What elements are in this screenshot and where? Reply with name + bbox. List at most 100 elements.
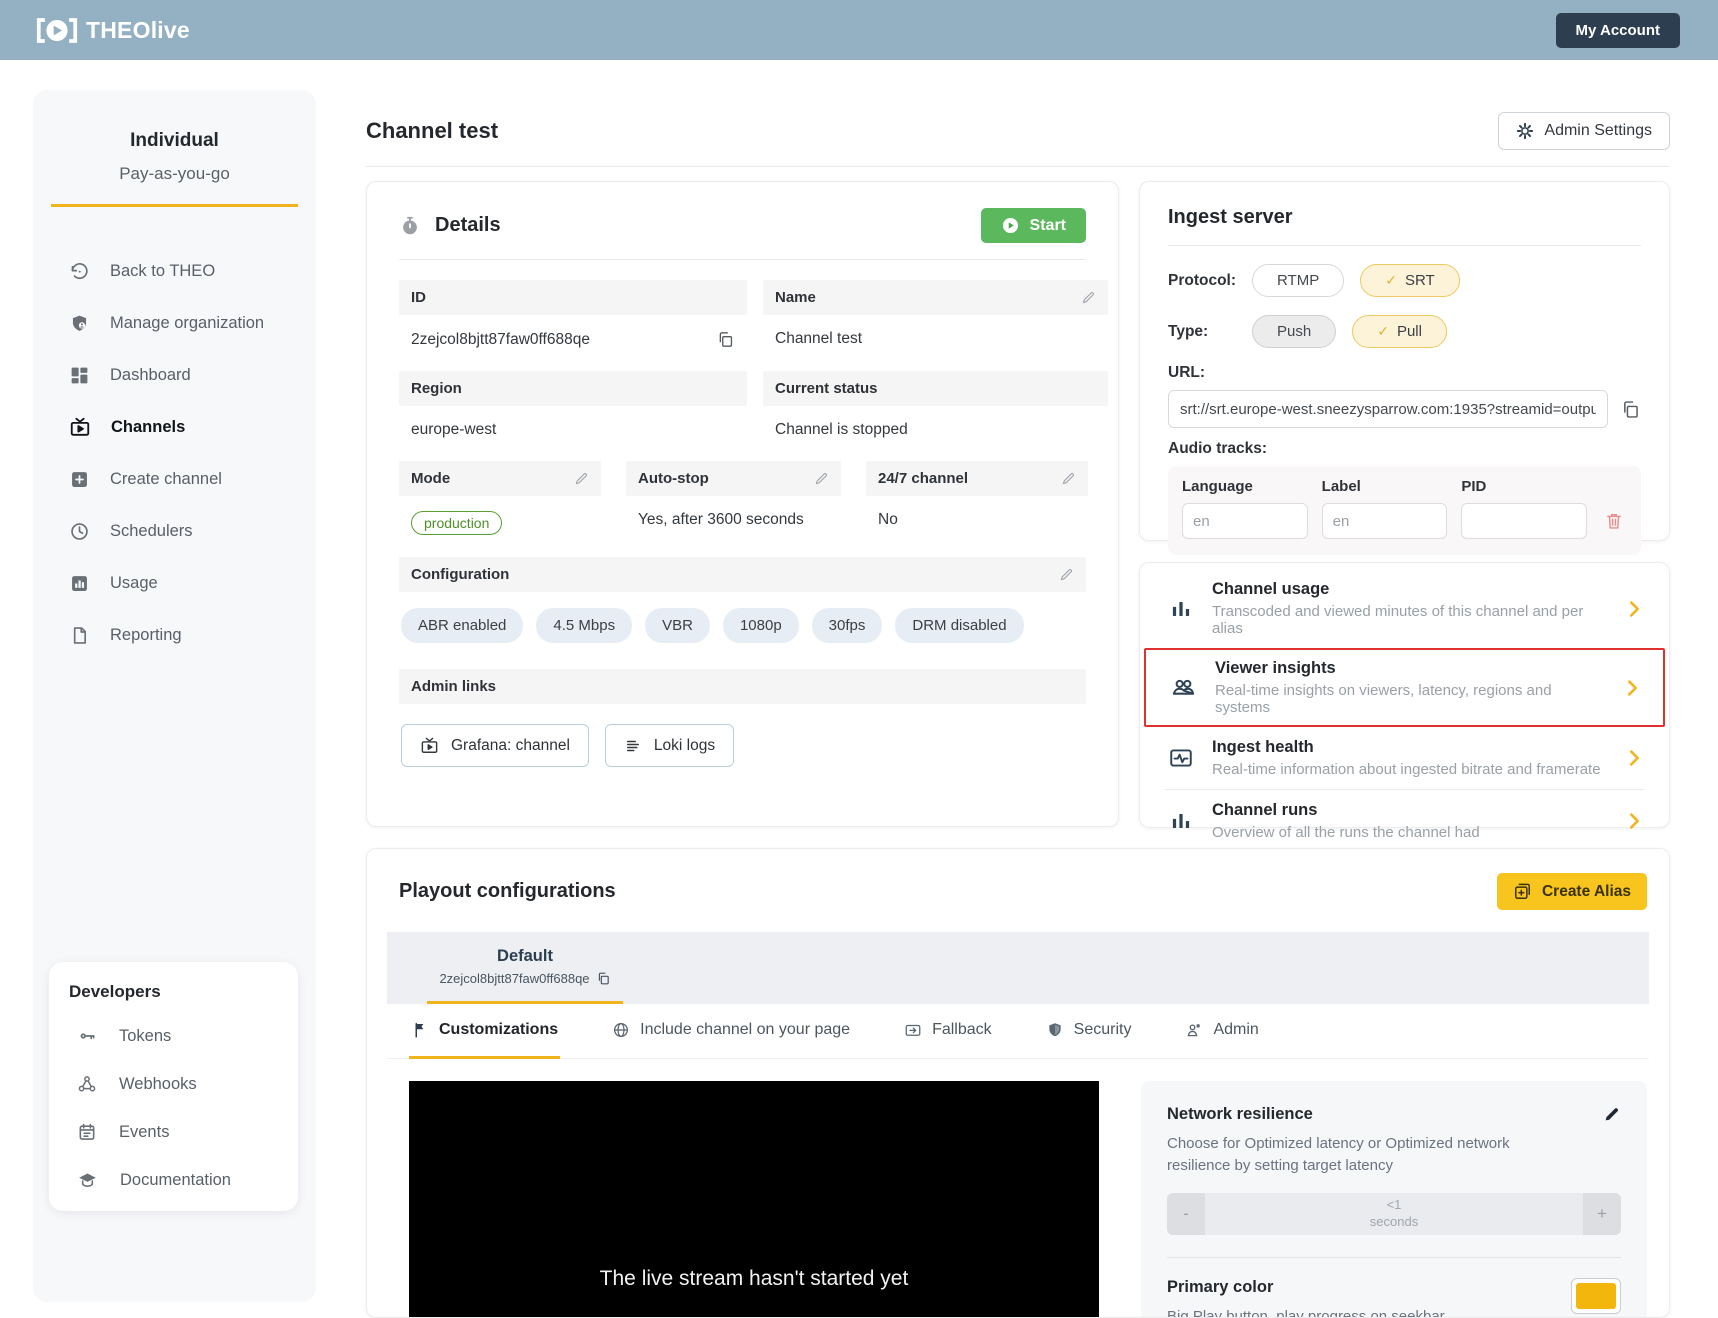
edit-name-icon[interactable] [1081, 290, 1096, 305]
edit-autostop-icon[interactable] [814, 471, 829, 486]
sidebar-item-manage-organization[interactable]: Manage organization [33, 297, 316, 349]
sidebar-item-channels[interactable]: Channels [33, 401, 316, 453]
sidebar-item-back-to-theo[interactable]: Back to THEO [33, 245, 316, 297]
status-value: Channel is stopped [775, 421, 908, 439]
start-button[interactable]: Start [981, 208, 1086, 243]
viewer-insights-link[interactable]: Viewer insights Real-time insights on vi… [1144, 648, 1665, 727]
theolive-logo[interactable]: THEOlive [36, 17, 190, 44]
stopwatch-icon [399, 215, 421, 237]
tab-admin[interactable]: Admin [1183, 1004, 1260, 1059]
tab-security[interactable]: Security [1044, 1004, 1134, 1059]
details-card: Details Start ID 2zejcol8bjtt87faw0ff688… [366, 181, 1119, 827]
language-input[interactable] [1182, 503, 1308, 539]
channel-runs-link[interactable]: Channel runs Overview of all the runs th… [1140, 790, 1669, 852]
network-resilience-title: Network resilience [1167, 1105, 1313, 1124]
name-label: Name [775, 289, 816, 306]
copy-id-icon[interactable] [716, 330, 735, 349]
loki-logs-button[interactable]: Loki logs [605, 724, 734, 767]
network-resilience-description: Choose for Optimized latency or Optimize… [1167, 1133, 1547, 1177]
sidebar-item-usage[interactable]: Usage [33, 557, 316, 609]
sidebar-item-label: Channels [111, 418, 185, 437]
add-alias-icon [1513, 882, 1532, 901]
latency-stepper: - <1 seconds + [1167, 1193, 1621, 1235]
topbar: THEOlive My Account [0, 0, 1718, 60]
primary-color-title: Primary color [1167, 1278, 1445, 1297]
ingest-server-card: Ingest server Protocol: RTMP ✓ SRT Type:… [1139, 181, 1670, 541]
sidebar-item-webhooks[interactable]: Webhooks [49, 1060, 298, 1108]
audio-tracks-panel: Language Label PID [1168, 466, 1641, 555]
edit-mode-icon[interactable] [574, 471, 589, 486]
alias-tab-default[interactable]: Default 2zejcol8bjtt87faw0ff688qe [427, 932, 623, 1004]
page-title: Channel test [366, 118, 498, 144]
sidebar-item-create-channel[interactable]: Create channel [33, 453, 316, 505]
grafana-channel-button[interactable]: Grafana: channel [401, 724, 589, 767]
my-account-button[interactable]: My Account [1556, 13, 1680, 48]
delete-track-icon[interactable] [1601, 511, 1627, 531]
sidebar: Individual Pay-as-you-go Back to THEO Ma… [33, 90, 316, 1302]
type-pull-button[interactable]: ✓ Pull [1352, 315, 1447, 348]
plus-square-icon [69, 469, 90, 490]
sidebar-item-tokens[interactable]: Tokens [49, 1012, 298, 1060]
status-label: Current status [775, 380, 878, 397]
link-description: Real-time insights on viewers, latency, … [1215, 682, 1603, 716]
admin-person-icon [1185, 1021, 1203, 1039]
create-alias-button[interactable]: Create Alias [1497, 873, 1647, 910]
playout-settings-panel: Network resilience Choose for Optimized … [1141, 1081, 1647, 1318]
people-icon [1170, 674, 1197, 701]
label-input[interactable] [1322, 503, 1448, 539]
link-description: Real-time information about ingested bit… [1212, 761, 1605, 778]
latency-decrease-button[interactable]: - [1167, 1193, 1205, 1235]
loki-label: Loki logs [654, 737, 715, 755]
type-push-button[interactable]: Push [1252, 315, 1336, 348]
channel-usage-link[interactable]: Channel usage Transcoded and viewed minu… [1140, 569, 1669, 648]
sidebar-item-label: Dashboard [110, 366, 191, 385]
pid-input[interactable] [1461, 503, 1587, 539]
admin-settings-button[interactable]: Admin Settings [1498, 112, 1670, 150]
primary-color-swatch[interactable] [1571, 1278, 1621, 1314]
latency-increase-button[interactable]: + [1583, 1193, 1621, 1235]
edit-configuration-icon[interactable] [1059, 567, 1074, 582]
link-description: Transcoded and viewed minutes of this ch… [1212, 603, 1605, 637]
id-label: ID [411, 289, 426, 306]
ingest-health-link[interactable]: Ingest health Real-time information abou… [1140, 727, 1669, 789]
configuration-chips: ABR enabled 4.5 Mbps VBR 1080p 30fps DRM… [399, 608, 1086, 643]
autostop-label: Auto-stop [638, 470, 709, 487]
pid-column-label: PID [1461, 478, 1587, 495]
details-divider [399, 259, 1086, 260]
playout-configurations-card: Playout configurations Create Alias Defa… [366, 848, 1670, 1318]
chevron-right-icon [1623, 747, 1645, 769]
link-title: Channel usage [1212, 580, 1605, 599]
sidebar-item-reporting[interactable]: Reporting [33, 609, 316, 661]
tab-fallback[interactable]: Fallback [902, 1004, 994, 1059]
copy-url-icon[interactable] [1620, 399, 1641, 420]
customizations-flag-icon [411, 1021, 429, 1039]
language-column-label: Language [1182, 478, 1308, 495]
dashboard-icon [69, 365, 90, 386]
edit-always-on-icon[interactable] [1061, 471, 1076, 486]
sidebar-item-schedulers[interactable]: Schedulers [33, 505, 316, 557]
webhook-icon [77, 1074, 97, 1094]
link-title: Viewer insights [1215, 659, 1603, 678]
sidebar-item-label: Reporting [110, 626, 182, 645]
chevron-right-icon [1623, 810, 1645, 832]
link-title: Ingest health [1212, 738, 1605, 757]
sidebar-item-dashboard[interactable]: Dashboard [33, 349, 316, 401]
mode-badge: production [411, 511, 502, 535]
tab-customizations[interactable]: Customizations [409, 1004, 560, 1059]
check-icon: ✓ [1385, 272, 1397, 289]
sidebar-item-label: Back to THEO [110, 262, 215, 281]
org-name: Individual [33, 130, 316, 152]
tab-include-channel[interactable]: Include channel on your page [610, 1004, 852, 1059]
protocol-rtmp-button[interactable]: RTMP [1252, 264, 1344, 297]
protocol-srt-button[interactable]: ✓ SRT [1360, 264, 1459, 297]
channel-links-card: Channel usage Transcoded and viewed minu… [1139, 562, 1670, 828]
type-label: Type: [1168, 323, 1252, 341]
copy-alias-id-icon[interactable] [596, 971, 611, 986]
sidebar-item-events[interactable]: Events [49, 1108, 298, 1156]
config-chip: VBR [645, 608, 710, 643]
edit-network-resilience-icon[interactable] [1603, 1105, 1621, 1123]
primary-color-description: Big Play button, play progress on seekba… [1167, 1306, 1445, 1318]
org-plan: Pay-as-you-go [33, 164, 316, 184]
ingest-url-input[interactable] [1168, 390, 1608, 428]
sidebar-item-documentation[interactable]: Documentation [49, 1156, 298, 1204]
